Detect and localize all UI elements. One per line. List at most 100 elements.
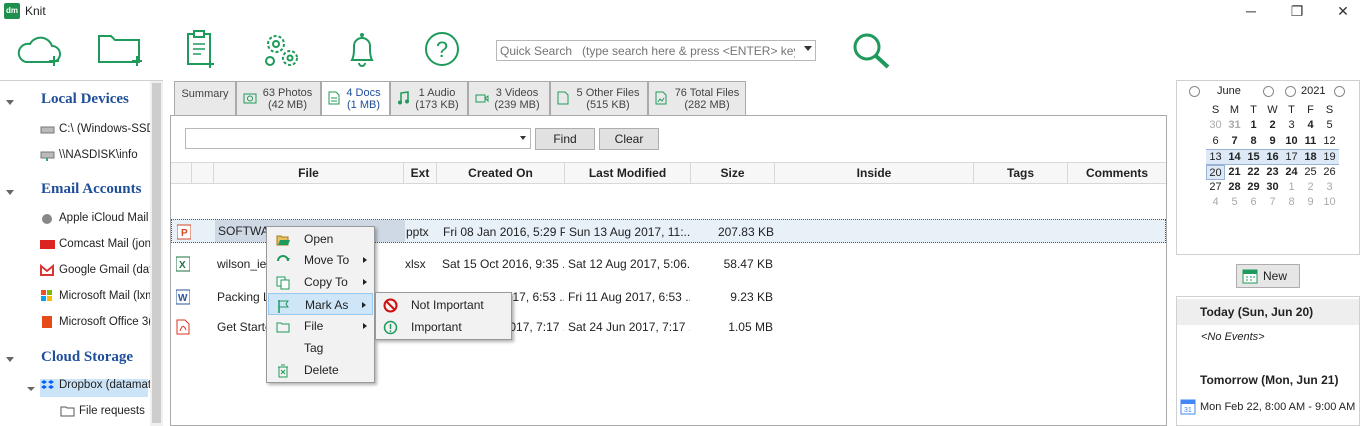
col-ext[interactable]: Ext <box>404 163 437 184</box>
tab-photos[interactable]: 63 Photos (42 MB) <box>236 81 321 115</box>
calendar-day[interactable]: 1 <box>1282 180 1301 195</box>
calendar-day[interactable]: 10 <box>1320 195 1339 210</box>
sidebar-item-dropbox[interactable]: Dropbox (datamat <box>40 379 151 397</box>
calendar-day[interactable]: 5 <box>1225 195 1244 210</box>
calendar-day[interactable]: 30 <box>1263 180 1282 195</box>
menu-item-delete[interactable]: Delete <box>268 359 373 381</box>
calendar-day[interactable]: 21 <box>1225 165 1244 180</box>
quick-search-box[interactable] <box>496 40 816 61</box>
calendar-day[interactable]: 4 <box>1301 118 1320 133</box>
collapse-arrow-icon[interactable] <box>6 357 14 362</box>
quick-search-input[interactable] <box>497 41 795 60</box>
help-icon[interactable]: ? <box>418 30 470 70</box>
calendar-day[interactable]: 19 <box>1320 149 1339 165</box>
calendar-day[interactable]: 2 <box>1263 118 1282 133</box>
calendar-day[interactable]: 9 <box>1301 195 1320 210</box>
calendar-day[interactable]: 14 <box>1225 149 1244 165</box>
calendar-day[interactable]: 11 <box>1301 134 1320 149</box>
calendar-day[interactable]: 8 <box>1244 134 1263 149</box>
calendar-day[interactable]: 9 <box>1263 134 1282 149</box>
tab-audio[interactable]: 1 Audio (173 KB) <box>390 81 468 115</box>
menu-item-tag[interactable]: Tag <box>268 337 373 359</box>
sidebar-item-microsoft-mail[interactable]: Microsoft Mail (lxm <box>40 290 155 308</box>
col-created[interactable]: Created On <box>437 163 565 184</box>
tab-total-files[interactable]: 76 Total Files (282 MB) <box>648 81 746 115</box>
calendar-day[interactable]: 10 <box>1282 134 1301 149</box>
sidebar-item-comcast[interactable]: Comcast Mail (jona <box>40 238 157 256</box>
sidebar-item-office365[interactable]: Microsoft Office 3( <box>40 316 152 334</box>
settings-gears-icon[interactable] <box>258 30 310 70</box>
col-size[interactable]: Size <box>691 163 775 184</box>
calendar-day[interactable]: 1 <box>1244 118 1263 133</box>
close-button[interactable]: ✕ <box>1320 0 1366 24</box>
calendar-day[interactable]: 26 <box>1320 165 1339 180</box>
chevron-down-icon[interactable] <box>804 46 812 51</box>
menu-item-important[interactable]: Important <box>377 316 511 338</box>
calendar-day-today[interactable]: 20 <box>1206 164 1225 180</box>
sidebar-item-icloud[interactable]: Apple iCloud Mail ( <box>40 212 156 230</box>
calendar-day[interactable]: 8 <box>1282 195 1301 210</box>
section-cloud-storage[interactable]: Cloud Storage <box>41 349 133 366</box>
menu-item-open[interactable]: Open <box>268 228 373 250</box>
calendar-day[interactable]: 25 <box>1301 165 1320 180</box>
calendar-day[interactable]: 3 <box>1320 180 1339 195</box>
menu-item-copy-to[interactable]: Copy To <box>268 271 373 293</box>
col-inside[interactable]: Inside <box>775 163 974 184</box>
calendar-day[interactable]: 2 <box>1301 180 1320 195</box>
filter-dropdown[interactable] <box>185 128 531 149</box>
tab-other-files[interactable]: 5 Other Files (515 KB) <box>550 81 648 115</box>
tab-summary[interactable]: Summary <box>174 81 236 115</box>
calendar-day[interactable]: 28 <box>1225 180 1244 195</box>
minimize-button[interactable]: ─ <box>1228 0 1274 24</box>
calendar-day[interactable]: 17 <box>1282 149 1301 165</box>
cloud-add-icon[interactable] <box>16 30 68 70</box>
bell-icon[interactable] <box>338 30 390 70</box>
col-file[interactable]: File <box>214 163 404 184</box>
prev-month-icon[interactable] <box>1189 86 1200 97</box>
clear-button[interactable]: Clear <box>599 128 659 150</box>
col-modified[interactable]: Last Modified <box>565 163 691 184</box>
prev-year-icon[interactable] <box>1285 86 1296 97</box>
new-event-button[interactable]: New <box>1236 264 1300 288</box>
menu-item-not-important[interactable]: Not Important <box>377 294 511 316</box>
search-icon[interactable] <box>846 30 898 70</box>
calendar-day[interactable]: 18 <box>1301 149 1320 165</box>
chevron-down-icon[interactable] <box>520 136 526 140</box>
calendar-day[interactable]: 23 <box>1263 165 1282 180</box>
menu-item-move-to[interactable]: Move To <box>268 249 373 271</box>
calendar-day[interactable]: 22 <box>1244 165 1263 180</box>
collapse-arrow-icon[interactable] <box>6 100 14 105</box>
menu-item-mark-as[interactable]: Mark As <box>268 293 373 315</box>
calendar-day[interactable]: 15 <box>1244 149 1263 165</box>
scrollbar-thumb[interactable] <box>152 83 161 423</box>
calendar-day[interactable]: 6 <box>1244 195 1263 210</box>
calendar-day[interactable]: 7 <box>1225 134 1244 149</box>
calendar-day[interactable]: 27 <box>1206 180 1225 195</box>
calendar-day[interactable]: 24 <box>1282 165 1301 180</box>
calendar-day[interactable]: 16 <box>1263 149 1282 165</box>
sidebar-item-nas[interactable]: \\NASDISK\info <box>40 149 138 167</box>
calendar-day[interactable]: 30 <box>1206 118 1225 133</box>
menu-item-file[interactable]: File <box>268 315 373 337</box>
calendar-day[interactable]: 4 <box>1206 195 1225 210</box>
col-comments[interactable]: Comments <box>1068 163 1166 184</box>
calendar-day[interactable]: 13 <box>1206 149 1225 165</box>
sidebar-item-gmail[interactable]: Google Gmail (data <box>40 263 159 282</box>
next-year-icon[interactable] <box>1334 86 1345 97</box>
sidebar-scrollbar[interactable] <box>150 81 163 426</box>
calendar-day[interactable]: 6 <box>1206 134 1225 149</box>
calendar-day[interactable]: 12 <box>1320 134 1339 149</box>
find-button[interactable]: Find <box>535 128 595 150</box>
tab-videos[interactable]: 3 Videos (239 MB) <box>468 81 550 115</box>
tab-docs[interactable]: 4 Docs (1 MB) <box>321 81 390 116</box>
collapse-arrow-icon[interactable] <box>6 190 14 195</box>
calendar-day[interactable]: 29 <box>1244 180 1263 195</box>
event-item[interactable]: Mon Feb 22, 8:00 AM - 9:00 AM <box>1200 401 1355 413</box>
sidebar-item-drive[interactable]: C:\ (Windows-SSD <box>40 123 155 141</box>
maximize-button[interactable]: ❐ <box>1274 0 1320 24</box>
clipboard-icon[interactable] <box>178 30 230 70</box>
section-email-accounts[interactable]: Email Accounts <box>41 181 141 198</box>
calendar-day[interactable]: 5 <box>1320 118 1339 133</box>
calendar-day[interactable]: 3 <box>1282 118 1301 133</box>
calendar-day[interactable]: 7 <box>1263 195 1282 210</box>
